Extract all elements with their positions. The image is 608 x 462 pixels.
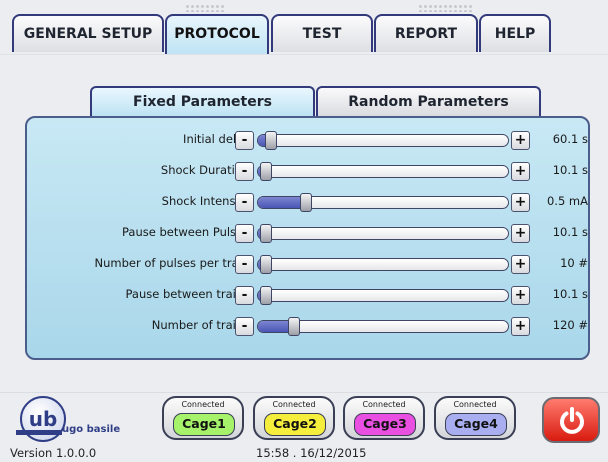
- parameter-row: Number of pulses per train: - + 10 #: [27, 252, 592, 278]
- cage-status: Connected: [453, 400, 497, 409]
- decrement-button[interactable]: -: [235, 255, 254, 274]
- power-icon: [560, 407, 584, 434]
- parameter-label: Pause between Pulses:: [121, 225, 253, 239]
- increment-button[interactable]: +: [511, 255, 530, 274]
- cage-status: Connected: [362, 400, 406, 409]
- slider-thumb[interactable]: [264, 131, 277, 150]
- decorative-dots: [185, 4, 225, 12]
- increment-button[interactable]: +: [511, 224, 530, 243]
- slider-track[interactable]: [257, 196, 509, 209]
- increment-button[interactable]: +: [511, 193, 530, 212]
- parameter-value: 10.1 s: [552, 287, 588, 301]
- slider-track[interactable]: [257, 227, 509, 240]
- tab-test[interactable]: TEST: [271, 14, 373, 52]
- subtab-random-parameters[interactable]: Random Parameters: [316, 86, 541, 116]
- parameter-row: Initial delay: - + 60.1 s: [27, 128, 592, 154]
- cage-1-button[interactable]: Connected Cage1: [162, 396, 244, 440]
- parameter-value: 10.1 s: [552, 225, 588, 239]
- svg-text:ub: ub: [29, 407, 58, 431]
- decrement-button[interactable]: -: [235, 162, 254, 181]
- slider-thumb[interactable]: [260, 162, 272, 181]
- logo-text: ugo basile: [62, 424, 121, 435]
- decrement-button[interactable]: -: [235, 193, 254, 212]
- slider-track[interactable]: [257, 134, 509, 147]
- cage-3-button[interactable]: Connected Cage3: [343, 396, 425, 440]
- slider-track[interactable]: [257, 258, 509, 271]
- cage-status: Connected: [272, 400, 316, 409]
- logo-band: [16, 430, 62, 435]
- tab-protocol[interactable]: PROTOCOL: [165, 14, 269, 54]
- increment-button[interactable]: +: [511, 317, 530, 336]
- tab-report[interactable]: REPORT: [374, 14, 478, 52]
- cage-status: Connected: [181, 400, 225, 409]
- cage-4-button[interactable]: Connected Cage4: [434, 396, 516, 440]
- tab-divider: [0, 54, 608, 55]
- slider-thumb[interactable]: [260, 255, 272, 274]
- increment-button[interactable]: +: [511, 162, 530, 181]
- tab-help[interactable]: HELP: [479, 14, 551, 52]
- parameter-row: Shock Intensity: - + 0.5 mA: [27, 190, 592, 216]
- decrement-button[interactable]: -: [235, 224, 254, 243]
- increment-button[interactable]: +: [511, 131, 530, 150]
- ugo-basile-logo: ub: [20, 396, 66, 442]
- parameter-value: 10.1 s: [552, 163, 588, 177]
- decrement-button[interactable]: -: [235, 317, 254, 336]
- parameter-value: 10 #: [560, 256, 588, 270]
- power-button[interactable]: [542, 397, 600, 443]
- parameter-row: Pause between trains: - + 10.1 s: [27, 283, 592, 309]
- increment-button[interactable]: +: [511, 286, 530, 305]
- parameter-row: Pause between Pulses: - + 10.1 s: [27, 221, 592, 247]
- decrement-button[interactable]: -: [235, 131, 254, 150]
- slider-track[interactable]: [257, 289, 509, 302]
- parameter-value: 60.1 s: [552, 132, 588, 146]
- slider-thumb[interactable]: [288, 317, 301, 336]
- decrement-button[interactable]: -: [235, 286, 254, 305]
- datetime-label: 15:58 . 16/12/2015: [256, 446, 367, 460]
- decorative-dots: [418, 4, 474, 12]
- parameter-label: Pause between trains:: [125, 287, 254, 301]
- parameter-row: Shock Duration: - + 10.1 s: [27, 159, 592, 185]
- version-label: Version 1.0.0.0: [10, 446, 97, 460]
- tab-general-setup[interactable]: GENERAL SETUP: [12, 14, 164, 52]
- subtab-fixed-parameters[interactable]: Fixed Parameters: [90, 86, 315, 116]
- parameter-value: 120 #: [552, 318, 588, 332]
- cage-label: Cage2: [264, 413, 326, 436]
- parameters-panel: Initial delay: - + 60.1 s Shock Duration…: [25, 116, 590, 360]
- cage-label: Cage3: [354, 413, 416, 436]
- slider-fill: [258, 197, 305, 208]
- slider-thumb[interactable]: [260, 224, 272, 243]
- slider-thumb[interactable]: [299, 193, 312, 212]
- cage-label: Cage4: [445, 413, 507, 436]
- slider-thumb[interactable]: [260, 286, 272, 305]
- cage-2-button[interactable]: Connected Cage2: [253, 396, 335, 440]
- cage-label: Cage1: [173, 413, 235, 436]
- parameter-label: Number of pulses per train:: [94, 256, 254, 270]
- parameter-row: Number of trains: - + 120 #: [27, 314, 592, 340]
- slider-track[interactable]: [257, 165, 509, 178]
- footer-divider: [0, 392, 608, 393]
- parameter-value: 0.5 mA: [546, 194, 588, 208]
